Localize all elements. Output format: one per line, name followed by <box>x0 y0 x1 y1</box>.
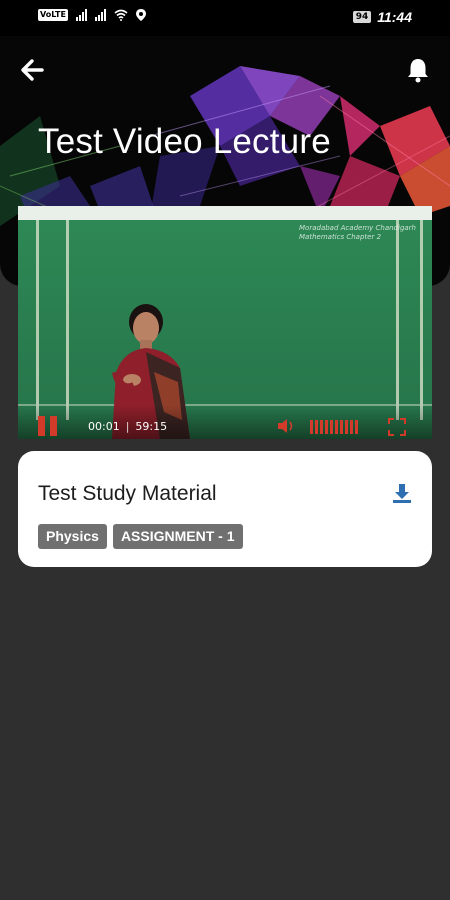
signal-icon <box>94 9 106 21</box>
board-text: Moradabad Academy Chandigarh Mathematics… <box>299 224 416 241</box>
page-title: Test Video Lecture <box>38 122 331 161</box>
playback-time: 00:01 | 59:15 <box>88 420 167 433</box>
video-player[interactable]: Moradabad Academy Chandigarh Mathematics… <box>18 206 432 439</box>
duration: 59:15 <box>135 420 168 433</box>
material-title: Test Study Material <box>38 482 217 505</box>
status-bar: VoLTE 94 11:44 <box>0 0 450 36</box>
time-separator: | <box>125 420 130 433</box>
bell-icon[interactable] <box>404 56 432 84</box>
pause-button[interactable] <box>38 416 62 438</box>
wifi-icon <box>114 9 128 21</box>
current-time: 00:01 <box>88 420 120 433</box>
signal-icon <box>75 9 87 21</box>
volte-icon: VoLTE <box>38 9 68 21</box>
tag-subject: Physics <box>38 524 107 549</box>
study-material-card[interactable]: Test Study Material Physics ASSIGNMENT -… <box>18 451 432 567</box>
location-icon <box>135 9 146 21</box>
volume-icon[interactable] <box>276 418 296 434</box>
volume-slider[interactable] <box>310 420 360 434</box>
arrow-left-icon[interactable] <box>18 56 46 84</box>
player-controls <box>18 405 432 439</box>
battery-icon: 94 <box>352 11 372 23</box>
fullscreen-icon[interactable] <box>388 418 406 436</box>
tag-assignment: ASSIGNMENT - 1 <box>112 524 243 549</box>
download-icon[interactable] <box>390 481 414 505</box>
clock: 11:44 <box>377 9 412 25</box>
material-tags: Physics ASSIGNMENT - 1 <box>38 524 243 549</box>
